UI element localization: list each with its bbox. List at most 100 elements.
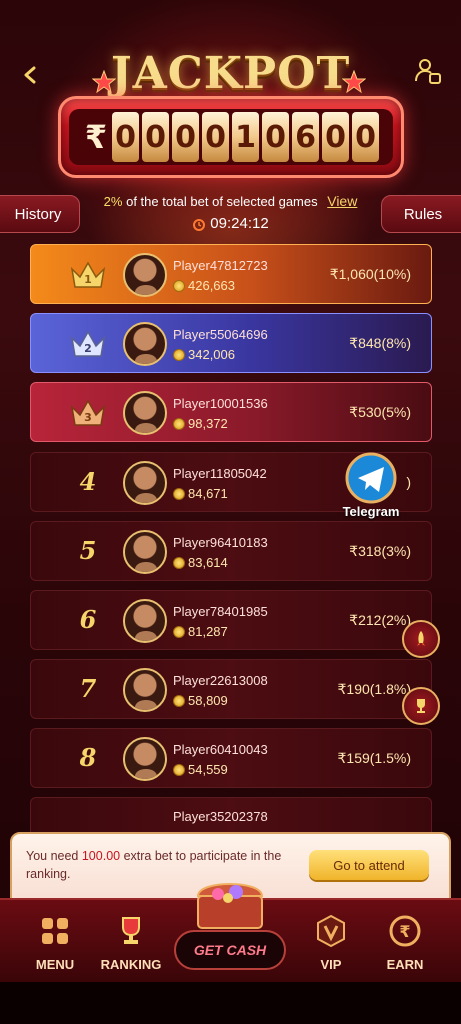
rocket-button[interactable]: [402, 620, 440, 658]
rank-number: 8: [79, 743, 97, 772]
nav-vip[interactable]: VIP: [296, 914, 366, 972]
nav-menu-label: MENU: [35, 957, 75, 972]
score-value: 83,614: [188, 555, 228, 570]
nav-vip-label: VIP: [320, 957, 342, 972]
nav-menu[interactable]: MENU: [20, 914, 90, 972]
ranking-row[interactable]: 3 Player10001536 98,372 ₹530(5%): [30, 382, 432, 442]
nav-earn[interactable]: ₹ EARN: [370, 914, 440, 972]
coin-icon: [173, 556, 185, 569]
svg-text:2: 2: [84, 342, 92, 355]
jackpot-digit: 0: [202, 112, 229, 162]
score-value: 81,287: [188, 624, 228, 639]
silver-crown-icon: 2: [70, 330, 106, 357]
go-to-attend-button[interactable]: Go to attend: [309, 850, 429, 880]
avatar: [123, 737, 167, 781]
player-score: 58,809: [173, 693, 228, 708]
coin-icon: [173, 348, 185, 361]
nav-ranking[interactable]: RANKING: [96, 914, 166, 972]
player-prize: ₹530(5%): [349, 404, 411, 420]
player-name: Player60410043: [173, 742, 268, 757]
star-icon: [92, 70, 116, 94]
player-prize: ₹159(1.5%): [337, 750, 412, 766]
player-name: Player35202378: [173, 809, 268, 824]
score-value: 84,671: [188, 486, 228, 501]
info-text: of the total bet of selected games: [126, 194, 318, 209]
treasure-chest-icon: [196, 883, 264, 929]
jackpot-page: JACKPOT ₹ 0 0 0 0 1 0 6 0 0 2% of the to…: [0, 0, 461, 1024]
view-link[interactable]: View: [327, 193, 357, 209]
jackpot-digit: 0: [172, 112, 199, 162]
score-value: 342,006: [188, 347, 235, 362]
ranking-row[interactable]: 1 Player47812723 426,663 ₹1,060(10%): [30, 244, 432, 304]
ranking-row[interactable]: 8 Player60410043 54,559 ₹159(1.5%): [30, 728, 432, 788]
ranking-row[interactable]: 6 Player78401985 81,287 ₹212(2%): [30, 590, 432, 650]
get-cash-button[interactable]: GET CASH: [174, 930, 286, 970]
player-prize: ₹848(8%): [349, 335, 411, 351]
info-percent: 2%: [103, 194, 123, 209]
player-score: 81,287: [173, 624, 228, 639]
vip-badge-icon: [317, 914, 345, 948]
avatar: [123, 322, 167, 366]
jackpot-counter: ₹ 0 0 0 0 1 0 6 0 0: [58, 96, 404, 178]
avatar: [123, 461, 167, 505]
coin-icon: [173, 625, 185, 638]
bronze-crown-icon: 3: [70, 399, 106, 426]
coin-icon: [173, 487, 185, 500]
trophy-icon: [417, 699, 425, 713]
player-score: 54,559: [173, 762, 228, 777]
coin-icon: [173, 763, 185, 776]
telegram-button[interactable]: Telegram: [332, 452, 410, 522]
ranking-row[interactable]: 5 Player96410183 83,614 ₹318(3%): [30, 521, 432, 581]
avatar: [123, 668, 167, 712]
nav-ranking-label: RANKING: [100, 957, 162, 972]
player-prize: ₹212(2%): [349, 612, 411, 628]
telegram-icon: [345, 452, 397, 504]
menu-grid-icon: [42, 918, 68, 944]
player-name: Player47812723: [173, 258, 268, 273]
coin-icon: [173, 279, 185, 292]
jackpot-digit: 0: [352, 112, 379, 162]
rank-number: 6: [79, 605, 97, 634]
timer-value: 09:24:12: [210, 215, 269, 232]
svg-text:3: 3: [84, 411, 92, 424]
rocket-icon: [417, 631, 425, 646]
currency-symbol: ₹: [84, 118, 108, 156]
score-value: 98,372: [188, 416, 228, 431]
player-prize: ₹190(1.8%): [337, 681, 412, 697]
jackpot-digit: 0: [112, 112, 139, 162]
player-score: 426,663: [173, 278, 235, 293]
player-name: Player10001536: [173, 396, 268, 411]
player-prize: ₹318(3%): [349, 543, 411, 559]
star-icon: [342, 70, 366, 94]
ranking-row[interactable]: 2 Player55064696 342,006 ₹848(8%): [30, 313, 432, 373]
player-name: Player22613008: [173, 673, 268, 688]
rupee-coin-icon: ₹: [389, 915, 421, 947]
player-name: Player78401985: [173, 604, 268, 619]
ranking-trophy-icon: [122, 917, 140, 944]
player-score: 98,372: [173, 416, 228, 431]
svg-text:₹: ₹: [399, 922, 410, 941]
jackpot-digit: 0: [142, 112, 169, 162]
player-score: 84,671: [173, 486, 228, 501]
score-value: 54,559: [188, 762, 228, 777]
rank-number: 4: [79, 467, 97, 496]
score-value: 426,663: [188, 278, 235, 293]
coin-icon: [173, 417, 185, 430]
jackpot-digit: 6: [292, 112, 319, 162]
gold-crown-icon: 1: [70, 261, 106, 288]
player-prize: ₹1,060(10%): [329, 266, 411, 282]
rules-button[interactable]: Rules: [381, 195, 461, 233]
player-score: 342,006: [173, 347, 235, 362]
history-button[interactable]: History: [0, 195, 80, 233]
player-name: Player96410183: [173, 535, 268, 550]
player-score: 83,614: [173, 555, 228, 570]
nav-earn-label: EARN: [386, 957, 424, 972]
avatar: [123, 530, 167, 574]
alarm-clock-icon: [193, 218, 206, 231]
system-bar: [0, 982, 461, 1024]
ranking-row[interactable]: 7 Player22613008 58,809 ₹190(1.8%): [30, 659, 432, 719]
notice-amount: 100.00: [81, 849, 121, 863]
avatar: [123, 599, 167, 643]
jackpot-digit: 0: [262, 112, 289, 162]
trophy-button[interactable]: [402, 687, 440, 725]
